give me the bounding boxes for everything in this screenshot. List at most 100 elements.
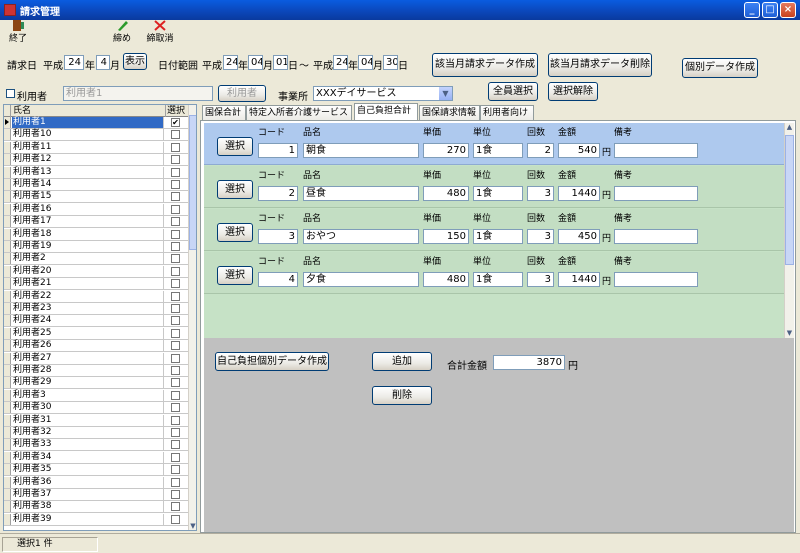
row-header[interactable]: [4, 166, 11, 178]
row-header[interactable]: [4, 489, 11, 500]
user-name-cell[interactable]: 利用者15: [12, 191, 164, 203]
user-name-cell[interactable]: 利用者31: [12, 414, 164, 426]
row-header[interactable]: [4, 513, 11, 525]
user-select-button[interactable]: 利用者: [218, 85, 266, 102]
table-row[interactable]: 利用者38: [4, 501, 188, 514]
create-self-pay-button[interactable]: 自己負担個別データ作成: [215, 352, 329, 371]
table-row[interactable]: 利用者12: [4, 154, 188, 167]
item-price-field[interactable]: 150: [423, 229, 469, 244]
user-name-cell[interactable]: 利用者2: [12, 253, 164, 265]
select-checkbox[interactable]: [171, 502, 180, 512]
select-checkbox[interactable]: [171, 254, 180, 264]
select-checkbox[interactable]: [171, 155, 180, 165]
table-row[interactable]: 利用者31: [4, 414, 188, 427]
select-checkbox[interactable]: [171, 316, 180, 326]
item-select-button[interactable]: 選択: [217, 180, 253, 199]
row-header[interactable]: [4, 402, 11, 414]
select-checkbox[interactable]: [171, 279, 180, 289]
item-amount-field[interactable]: 450: [558, 229, 600, 244]
table-row[interactable]: 利用者22: [4, 290, 188, 303]
scrollbar-thumb[interactable]: [189, 115, 196, 250]
user-name-cell[interactable]: 利用者29: [12, 377, 164, 389]
user-name-cell[interactable]: 利用者3: [12, 389, 164, 401]
exit-button[interactable]: 終了: [6, 20, 30, 44]
row-header[interactable]: [4, 501, 11, 513]
user-name-cell[interactable]: 利用者13: [12, 166, 164, 178]
row-header[interactable]: [4, 216, 11, 228]
item-code-field[interactable]: 3: [258, 229, 298, 244]
select-checkbox[interactable]: [171, 465, 180, 475]
row-header[interactable]: [4, 179, 11, 190]
row-header[interactable]: [4, 117, 11, 128]
deselect-button[interactable]: 選択解除: [548, 82, 598, 101]
row-header[interactable]: [4, 154, 11, 166]
table-row[interactable]: 利用者34: [4, 451, 188, 464]
item-select-button[interactable]: 選択: [217, 266, 253, 285]
select-checkbox[interactable]: [171, 415, 180, 425]
item-amount-field[interactable]: 1440: [558, 186, 600, 201]
item-count-field[interactable]: 2: [527, 143, 554, 158]
table-row[interactable]: 利用者25: [4, 327, 188, 340]
select-checkbox[interactable]: ✔: [171, 118, 180, 127]
office-select[interactable]: XXXデイサービス ▼: [313, 86, 453, 101]
user-name-cell[interactable]: 利用者21: [12, 278, 164, 290]
user-name-cell[interactable]: 利用者26: [12, 340, 164, 352]
item-note-field[interactable]: [614, 143, 698, 158]
select-all-button[interactable]: 全員選択: [488, 82, 538, 101]
row-header[interactable]: [4, 365, 11, 376]
item-note-field[interactable]: [614, 272, 698, 287]
show-button[interactable]: 表示: [123, 53, 147, 70]
row-header[interactable]: [4, 451, 11, 463]
tab-kokuho-total[interactable]: 国保合計: [202, 105, 246, 120]
tab-special-care[interactable]: 特定入所者介護サービス: [246, 105, 352, 120]
from-day-input[interactable]: 01: [273, 55, 288, 70]
month-input[interactable]: 4: [96, 55, 110, 70]
tab-for-user[interactable]: 利用者向け: [480, 105, 534, 120]
item-code-field[interactable]: 4: [258, 272, 298, 287]
select-checkbox[interactable]: [171, 192, 180, 202]
row-header[interactable]: [4, 352, 11, 364]
item-select-button[interactable]: 選択: [217, 137, 253, 156]
select-checkbox[interactable]: [171, 353, 180, 363]
row-header[interactable]: [4, 327, 11, 339]
row-header[interactable]: [4, 290, 11, 302]
table-row[interactable]: 利用者14: [4, 179, 188, 191]
table-row[interactable]: 利用者13: [4, 166, 188, 179]
select-checkbox[interactable]: [171, 366, 180, 375]
user-name-cell[interactable]: 利用者28: [12, 365, 164, 376]
items-scrollbar[interactable]: ▲ ▼: [784, 123, 794, 338]
row-header[interactable]: [4, 278, 11, 290]
item-count-field[interactable]: 3: [527, 229, 554, 244]
select-checkbox[interactable]: [171, 378, 180, 388]
row-header[interactable]: [4, 315, 11, 327]
row-header[interactable]: [4, 389, 11, 401]
table-row[interactable]: 利用者17: [4, 216, 188, 229]
row-header[interactable]: [4, 439, 11, 451]
user-list-scrollbar[interactable]: ▼: [188, 105, 196, 530]
user-name-cell[interactable]: 利用者35: [12, 464, 164, 476]
item-unit-field[interactable]: 1食: [473, 186, 523, 201]
item-unit-field[interactable]: 1食: [473, 143, 523, 158]
table-row[interactable]: 利用者29: [4, 377, 188, 390]
item-price-field[interactable]: 480: [423, 272, 469, 287]
select-checkbox[interactable]: [171, 291, 180, 301]
user-name-cell[interactable]: 利用者36: [12, 476, 164, 488]
table-row[interactable]: 利用者20: [4, 265, 188, 278]
item-note-field[interactable]: [614, 229, 698, 244]
user-name-cell[interactable]: 利用者25: [12, 327, 164, 339]
close-month-button[interactable]: 締め: [110, 20, 134, 44]
table-row[interactable]: 利用者37: [4, 489, 188, 501]
row-header[interactable]: [4, 340, 11, 352]
select-checkbox[interactable]: [171, 266, 180, 276]
item-name-field[interactable]: おやつ: [303, 229, 419, 244]
table-row[interactable]: 利用者3: [4, 389, 188, 402]
user-name-cell[interactable]: 利用者10: [12, 129, 164, 141]
table-row[interactable]: 利用者1 ✔: [4, 117, 188, 129]
select-checkbox[interactable]: [171, 428, 180, 437]
item-note-field[interactable]: [614, 186, 698, 201]
row-header[interactable]: [4, 253, 11, 265]
user-name-cell[interactable]: 利用者33: [12, 439, 164, 451]
scroll-up-icon[interactable]: ▲: [785, 123, 794, 132]
user-name-cell[interactable]: 利用者24: [12, 315, 164, 327]
select-checkbox[interactable]: [171, 390, 180, 400]
